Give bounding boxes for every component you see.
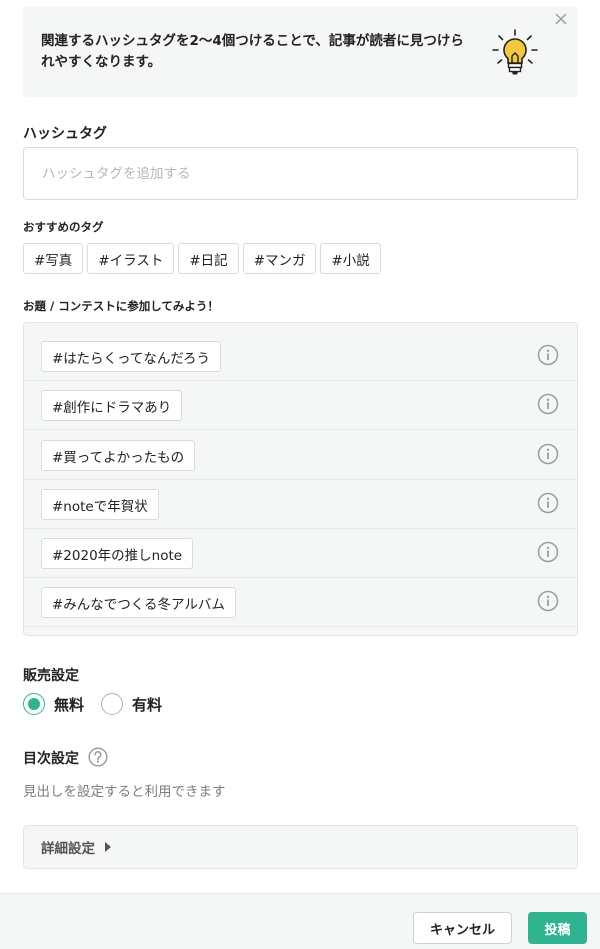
list-item: #はたらくってなんだろう (24, 332, 577, 381)
post-button[interactable]: 投稿 (528, 912, 587, 944)
contest-list: #はたらくってなんだろう #創作にドラマあり #買ってよかったもの #noteで… (23, 322, 578, 636)
list-item: #みんなでつくる冬アルバム (24, 578, 577, 627)
caret-right-icon (105, 842, 111, 852)
list-item: #創作にドラマあり (24, 381, 577, 430)
contest-tag-chip[interactable]: #はたらくってなんだろう (41, 341, 222, 372)
radio-dot (28, 698, 40, 710)
cancel-button[interactable]: キャンセル (413, 912, 512, 944)
contest-label: お題 / コンテストに参加してみよう！ (23, 299, 219, 313)
info-icon[interactable] (537, 541, 559, 563)
tag-chip[interactable]: #マンガ (242, 243, 317, 274)
contest-tag-chip[interactable]: #買ってよかったもの (41, 440, 196, 471)
info-icon[interactable] (537, 443, 559, 465)
contest-tag-chip[interactable]: #noteで年賀状 (41, 489, 159, 520)
tag-chip[interactable]: #イラスト (87, 243, 175, 274)
radio-label-free: 無料 (54, 695, 85, 714)
sales-radio-group: 無料 有料 (23, 693, 179, 715)
list-item: #買ってよかったもの (24, 431, 577, 480)
footer: キャンセル 投稿 (0, 893, 600, 949)
contest-tag-chip[interactable]: #2020年の推しnote (41, 538, 194, 569)
hashtag-label: ハッシュタグ (23, 126, 107, 142)
details-toggle[interactable]: 詳細設定 (23, 825, 578, 869)
toc-description: 見出しを設定すると利用できます (23, 784, 226, 800)
radio-button[interactable] (101, 693, 124, 715)
question-icon[interactable] (88, 747, 108, 767)
info-icon[interactable] (537, 492, 559, 514)
tip-text: 関連するハッシュタグを2〜4個つけることで、記事が読者に見つけられやすくなります… (41, 33, 464, 70)
close-icon[interactable] (554, 12, 568, 26)
contest-tag-chip[interactable]: #みんなでつくる冬アルバム (41, 587, 236, 618)
radio-button-checked[interactable] (23, 693, 45, 715)
sales-label: 販売設定 (23, 668, 79, 684)
hashtag-input[interactable] (23, 147, 578, 200)
tip-box: 関連するハッシュタグを2〜4個つけることで、記事が読者に見つけられやすくなります… (23, 6, 578, 97)
radio-paid[interactable]: 有料 (101, 693, 162, 715)
list-item: #noteで年賀状 (24, 480, 577, 529)
tag-chip[interactable]: #写真 (23, 243, 84, 274)
radio-label-paid: 有料 (132, 695, 163, 714)
lightbulb-icon (492, 29, 538, 75)
recommended-tags-label: おすすめのタグ (23, 220, 104, 234)
list-item: #2020年の推しnote (24, 529, 577, 578)
details-label: 詳細設定 (41, 841, 95, 857)
info-icon[interactable] (537, 344, 559, 366)
toc-label: 目次設定 (23, 751, 79, 767)
info-icon[interactable] (537, 393, 559, 415)
tag-chip[interactable]: #小説 (320, 243, 381, 274)
recommended-tags: #写真 #イラスト #日記 #マンガ #小説 (23, 243, 381, 274)
contest-tag-chip[interactable]: #創作にドラマあり (41, 390, 183, 421)
radio-free[interactable]: 無料 (23, 693, 84, 715)
tag-chip[interactable]: #日記 (178, 243, 239, 274)
info-icon[interactable] (537, 590, 559, 612)
